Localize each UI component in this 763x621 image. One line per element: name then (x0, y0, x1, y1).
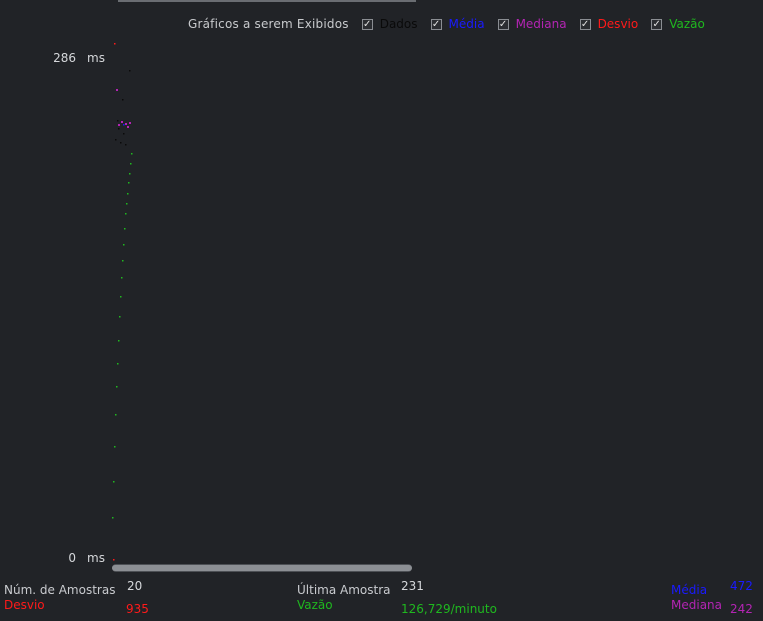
vazao-point (114, 446, 116, 448)
dados-point (120, 142, 122, 144)
mediana-point (118, 124, 120, 126)
dados-point (125, 144, 127, 146)
vazao-point (126, 203, 128, 205)
desvio-stat-value: 935 (126, 602, 149, 616)
vazao-point (120, 296, 122, 298)
vazao-point (119, 316, 121, 318)
vazao-point (127, 193, 129, 195)
dados-point (123, 133, 125, 135)
vazao-point (128, 182, 130, 184)
dados-point (117, 120, 119, 122)
vazao-point (116, 386, 118, 388)
vazao-point (121, 277, 123, 279)
desvio-point (113, 559, 115, 561)
vazao-point (130, 163, 132, 165)
desvio-stat-label: Desvio (4, 598, 45, 612)
dados-point (118, 128, 120, 130)
media-stat-label: Média (671, 583, 708, 597)
mediana-point (116, 89, 118, 91)
ultima-amostra-value: 231 (401, 579, 424, 593)
media-stat-value: 472 (730, 579, 753, 593)
plot-area (112, 43, 133, 561)
dados-point (115, 139, 117, 141)
vazao-point (124, 228, 126, 230)
vazao-point (112, 517, 114, 519)
horizontal-scrollbar[interactable] (112, 564, 412, 572)
num-amostras-label: Núm. de Amostras (4, 583, 116, 597)
mediana-point (127, 126, 129, 128)
dados-point (122, 99, 124, 101)
vazao-point (125, 213, 127, 215)
mediana-point (129, 122, 131, 124)
ultima-amostra-label: Última Amostra (297, 583, 391, 597)
horizontal-scrollbar-thumb[interactable] (112, 565, 412, 571)
vazao-point (115, 414, 117, 416)
vazao-point (129, 173, 131, 175)
vazao-stat-value: 126,729/minuto (401, 602, 497, 616)
desvio-point (114, 43, 116, 45)
mediana-stat-label: Mediana (671, 598, 722, 612)
vazao-point (123, 244, 125, 246)
vazao-point (117, 363, 119, 365)
dados-point (129, 70, 131, 72)
media-point (123, 124, 125, 126)
vazao-point (113, 481, 115, 483)
mediana-point (121, 121, 123, 123)
vazao-point (122, 260, 124, 262)
vazao-point (118, 340, 120, 342)
vazao-stat-label: Vazão (297, 598, 333, 612)
vazao-point (131, 153, 133, 155)
num-amostras-value: 20 (127, 579, 143, 593)
mediana-stat-value: 242 (730, 602, 753, 616)
mediana-point (125, 123, 127, 125)
